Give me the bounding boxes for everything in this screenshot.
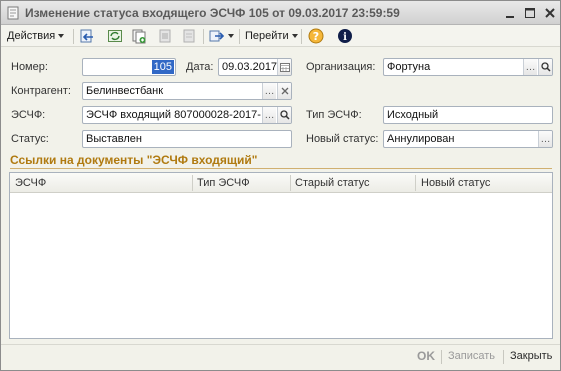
toolbar-separator: [73, 29, 74, 44]
goto-menu-label: Перейти: [245, 30, 289, 42]
ellipsis-icon: …: [264, 85, 275, 97]
toolbar: Действия Перейти ? i: [1, 25, 560, 47]
table-header: ЭСЧФ Тип ЭСЧФ Старый статус Новый статус: [10, 173, 552, 193]
column-header-esf-type[interactable]: Тип ЭСЧФ: [197, 177, 250, 189]
counterparty-clear-button[interactable]: [277, 83, 291, 99]
column-separator[interactable]: [192, 175, 193, 191]
organization-field[interactable]: Фортуна …: [383, 58, 553, 76]
esf-open-button[interactable]: [277, 107, 291, 123]
organization-open-button[interactable]: [538, 59, 552, 75]
calendar-button[interactable]: [277, 59, 291, 75]
toolbar-separator: [203, 29, 204, 44]
organization-value: Фортуна: [387, 61, 431, 73]
organization-select-button[interactable]: …: [523, 59, 537, 75]
svg-text:?: ?: [313, 30, 319, 43]
document-icon: [7, 6, 19, 20]
calendar-icon: [279, 63, 290, 72]
links-table[interactable]: ЭСЧФ Тип ЭСЧФ Старый статус Новый статус: [9, 172, 553, 339]
ellipsis-icon: …: [525, 61, 536, 73]
status-field: Выставлен: [82, 130, 292, 148]
footer-divider: [1, 344, 560, 345]
actions-menu-label: Действия: [7, 30, 56, 42]
maximize-button[interactable]: [522, 5, 538, 21]
esf-value: ЭСЧФ входящий 807000028-2017-: [86, 109, 261, 121]
doc-disabled-icon: [159, 29, 171, 43]
create-based-on-icon: [209, 30, 225, 42]
new-status-value: Аннулирован: [387, 133, 455, 145]
clear-icon: [281, 87, 288, 95]
minimize-button[interactable]: [502, 5, 518, 21]
ellipsis-icon: …: [264, 109, 275, 121]
info-icon[interactable]: i: [337, 28, 353, 44]
counterparty-label: Контрагент:: [11, 85, 71, 97]
counterparty-field[interactable]: Белинвестбанк …: [82, 82, 292, 100]
search-icon: [279, 110, 290, 120]
column-header-new-status[interactable]: Новый статус: [421, 177, 490, 189]
window: Изменение статуса входящего ЭСЧФ 105 от …: [0, 0, 561, 371]
close-icon: [545, 8, 555, 18]
refresh-icon[interactable]: [107, 28, 123, 44]
esf-select-button[interactable]: …: [262, 107, 276, 123]
post-and-close-icon[interactable]: [79, 28, 95, 44]
svg-text:i: i: [343, 32, 347, 43]
date-value: 09.03.2017: [222, 61, 278, 73]
toolbar-separator: [301, 29, 302, 44]
date-label: Дата:: [186, 61, 214, 73]
column-header-esf[interactable]: ЭСЧФ: [15, 177, 46, 189]
window-title: Изменение статуса входящего ЭСЧФ 105 от …: [25, 6, 400, 20]
status-value: Выставлен: [86, 133, 142, 145]
maximize-icon: [525, 8, 535, 18]
counterparty-value: Белинвестбанк: [86, 85, 164, 97]
close-button[interactable]: Закрыть: [510, 350, 552, 362]
counterparty-select-button[interactable]: …: [262, 83, 276, 99]
actions-menu-button[interactable]: Действия: [7, 27, 65, 45]
esf-type-field: Исходный: [383, 106, 553, 124]
column-header-old-status[interactable]: Старый статус: [295, 177, 370, 189]
goto-menu-button[interactable]: Перейти: [245, 27, 298, 45]
chevron-down-icon: [228, 34, 234, 38]
status-label: Статус:: [11, 133, 49, 145]
section-divider: [10, 168, 552, 169]
search-icon: [540, 62, 551, 72]
new-status-field[interactable]: Аннулирован …: [383, 130, 553, 148]
footer-separator: [441, 350, 442, 364]
column-separator[interactable]: [290, 175, 291, 191]
number-value: 105: [151, 60, 174, 74]
links-section-title: Ссылки на документы "ЭСЧФ входящий": [10, 153, 258, 167]
esf-label: ЭСЧФ:: [11, 109, 46, 121]
esf-type-label: Тип ЭСЧФ:: [306, 109, 362, 121]
copy-document-icon[interactable]: [131, 28, 147, 44]
esf-field[interactable]: ЭСЧФ входящий 807000028-2017- …: [82, 106, 292, 124]
ok-button[interactable]: OK: [417, 349, 435, 363]
save-button[interactable]: Записать: [448, 350, 495, 362]
chevron-down-icon: [291, 34, 298, 38]
new-status-label: Новый статус:: [306, 133, 379, 145]
new-status-select-button[interactable]: …: [538, 131, 552, 147]
close-window-button[interactable]: [542, 5, 558, 21]
footer-separator: [503, 350, 504, 364]
number-label: Номер:: [11, 61, 48, 73]
doc-disabled-icon-2: [183, 29, 195, 43]
esf-type-value: Исходный: [387, 109, 439, 121]
toolbar-separator: [239, 29, 240, 44]
number-field[interactable]: 105: [82, 58, 176, 76]
title-bar: Изменение статуса входящего ЭСЧФ 105 от …: [1, 1, 560, 25]
column-separator[interactable]: [415, 175, 416, 191]
organization-label: Организация:: [306, 61, 376, 73]
chevron-down-icon: [58, 34, 65, 38]
create-based-on-button[interactable]: [209, 27, 234, 45]
minimize-icon: [506, 16, 514, 18]
date-field[interactable]: 09.03.2017: [218, 58, 292, 76]
help-icon[interactable]: ?: [308, 28, 324, 44]
ellipsis-icon: …: [540, 133, 551, 145]
